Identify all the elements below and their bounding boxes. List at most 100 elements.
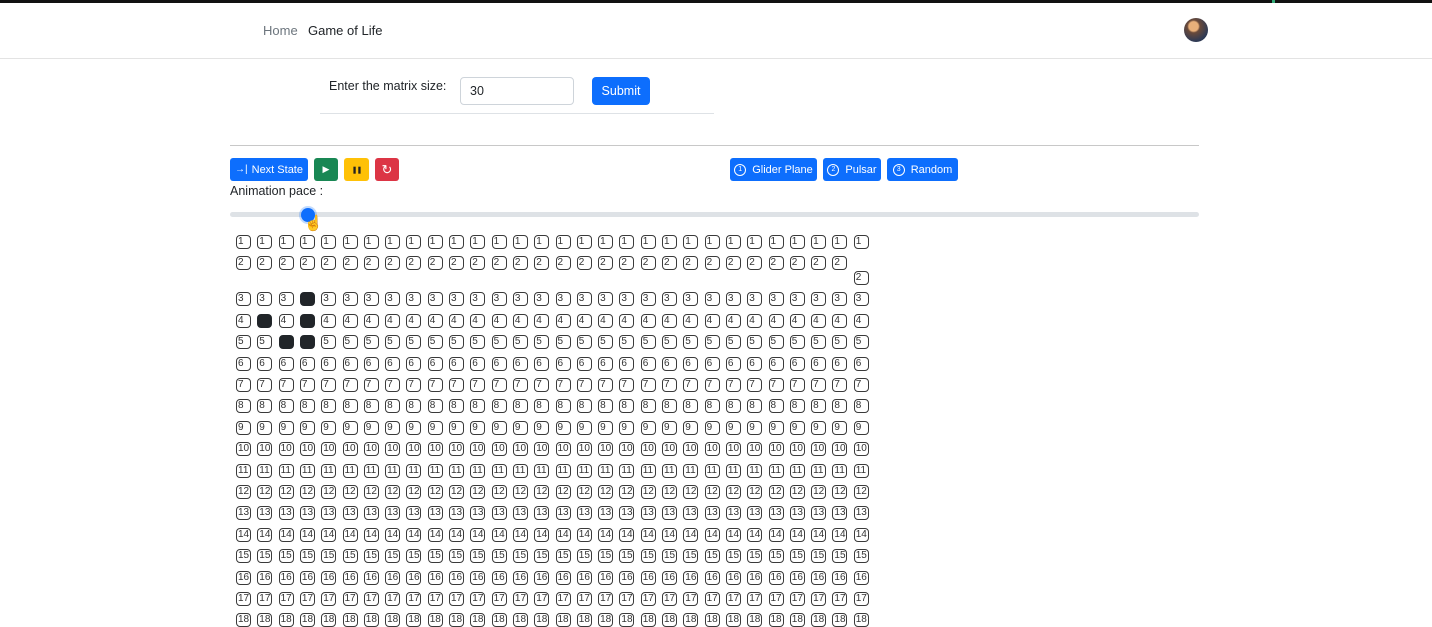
- board-cell[interactable]: 18: [662, 613, 677, 627]
- board-cell[interactable]: 3: [853, 292, 869, 307]
- board-cell[interactable]: 15: [385, 549, 401, 564]
- board-cell[interactable]: 8: [257, 399, 273, 414]
- board-cell[interactable]: 18: [853, 613, 869, 627]
- board-cell[interactable]: 11: [832, 463, 848, 478]
- board-cell[interactable]: 4: [470, 313, 486, 328]
- board-cell[interactable]: 4: [491, 313, 507, 328]
- board-cell[interactable]: 13: [321, 506, 337, 521]
- board-cell[interactable]: 4: [555, 313, 571, 328]
- board-cell[interactable]: 4: [832, 313, 848, 328]
- board-cell[interactable]: 8: [662, 399, 677, 414]
- board-cell[interactable]: 10: [853, 442, 869, 457]
- board-cell[interactable]: 4: [704, 313, 720, 328]
- board-cell[interactable]: 14: [853, 527, 869, 542]
- board-cell[interactable]: 6: [683, 356, 699, 371]
- board-cell[interactable]: 14: [598, 527, 614, 542]
- board-cell[interactable]: 2: [725, 256, 741, 271]
- board-cell[interactable]: 8: [683, 399, 699, 414]
- board-cell[interactable]: 9: [236, 420, 251, 435]
- board-cell[interactable]: 8: [321, 399, 337, 414]
- board-cell[interactable]: 18: [342, 613, 358, 627]
- board-cell[interactable]: 11: [449, 463, 464, 478]
- board-cell[interactable]: 5: [257, 335, 273, 350]
- board-cell[interactable]: 1: [363, 235, 379, 249]
- board-cell[interactable]: 3: [470, 292, 486, 307]
- board-cell[interactable]: 7: [747, 378, 763, 392]
- board-cell[interactable]: 7: [576, 378, 592, 392]
- board-cell[interactable]: 12: [853, 485, 869, 499]
- board-cell[interactable]: 14: [789, 527, 805, 542]
- board-cell[interactable]: 15: [640, 549, 656, 564]
- board-cell[interactable]: [278, 335, 294, 350]
- board-cell[interactable]: 14: [385, 527, 401, 542]
- avatar[interactable]: [1184, 18, 1208, 42]
- board-cell[interactable]: 12: [449, 485, 464, 499]
- board-cell[interactable]: 8: [342, 399, 358, 414]
- board-cell[interactable]: 12: [299, 485, 315, 499]
- animation-pace-slider[interactable]: [230, 212, 1199, 217]
- board-cell[interactable]: 14: [342, 527, 358, 542]
- board-cell[interactable]: 18: [236, 613, 251, 627]
- board-cell[interactable]: 5: [768, 335, 784, 350]
- board-cell[interactable]: 11: [619, 463, 635, 478]
- board-cell[interactable]: 17: [449, 592, 464, 606]
- nav-game-of-life-link[interactable]: Game of Life: [308, 23, 382, 38]
- board-cell[interactable]: 15: [598, 549, 614, 564]
- board-cell[interactable]: 7: [832, 378, 848, 392]
- board-cell[interactable]: 14: [278, 527, 294, 542]
- board-cell[interactable]: 5: [470, 335, 486, 350]
- board-cell[interactable]: 3: [342, 292, 358, 307]
- board-cell[interactable]: 2: [299, 256, 315, 271]
- board-cell[interactable]: 12: [832, 485, 848, 499]
- board-cell[interactable]: 5: [449, 335, 464, 350]
- board-cell[interactable]: 15: [257, 549, 273, 564]
- board-cell[interactable]: 14: [747, 527, 763, 542]
- board-cell[interactable]: 16: [534, 570, 550, 585]
- board-cell[interactable]: 6: [598, 356, 614, 371]
- board-cell[interactable]: 11: [747, 463, 763, 478]
- board-cell[interactable]: 18: [385, 613, 401, 627]
- board-cell[interactable]: 12: [470, 485, 486, 499]
- glider-plane-button[interactable]: 1 Glider Plane: [730, 158, 817, 181]
- board-cell[interactable]: 16: [449, 570, 464, 585]
- board-cell[interactable]: 5: [342, 335, 358, 350]
- board-cell[interactable]: 14: [811, 527, 827, 542]
- board-cell[interactable]: 8: [534, 399, 550, 414]
- submit-button[interactable]: Submit: [592, 77, 650, 105]
- board-cell[interactable]: 17: [257, 592, 273, 606]
- board-cell[interactable]: 3: [278, 292, 294, 307]
- board-cell[interactable]: 17: [512, 592, 528, 606]
- board-cell[interactable]: 7: [470, 378, 486, 392]
- board-cell[interactable]: 16: [236, 570, 251, 585]
- board-cell[interactable]: 14: [299, 527, 315, 542]
- board-cell[interactable]: 7: [236, 378, 251, 392]
- board-cell[interactable]: 16: [640, 570, 656, 585]
- board-cell[interactable]: 3: [747, 292, 763, 307]
- board-cell[interactable]: 12: [363, 485, 379, 499]
- board-cell[interactable]: 6: [491, 356, 507, 371]
- board-cell[interactable]: 7: [619, 378, 635, 392]
- board-cell[interactable]: 16: [278, 570, 294, 585]
- board-cell[interactable]: 17: [427, 592, 443, 606]
- board-cell[interactable]: 18: [299, 613, 315, 627]
- board-cell[interactable]: 2: [619, 256, 635, 271]
- board-cell[interactable]: 7: [299, 378, 315, 392]
- random-button[interactable]: 3 Random: [887, 158, 958, 181]
- board-cell[interactable]: 11: [257, 463, 273, 478]
- board-cell[interactable]: 11: [299, 463, 315, 478]
- board-cell[interactable]: 7: [704, 378, 720, 392]
- board-cell[interactable]: [299, 313, 315, 328]
- board-cell[interactable]: 13: [768, 506, 784, 521]
- board-cell[interactable]: 6: [768, 356, 784, 371]
- board-cell[interactable]: 18: [555, 613, 571, 627]
- board-cell[interactable]: 14: [534, 527, 550, 542]
- board-cell[interactable]: 3: [640, 292, 656, 307]
- board-cell[interactable]: 6: [747, 356, 763, 371]
- board-cell[interactable]: 5: [385, 335, 401, 350]
- board-cell[interactable]: 16: [406, 570, 422, 585]
- board-cell[interactable]: 8: [491, 399, 507, 414]
- board-cell[interactable]: 18: [512, 613, 528, 627]
- board-cell[interactable]: 16: [470, 570, 486, 585]
- board-cell[interactable]: 18: [576, 613, 592, 627]
- board-cell[interactable]: 14: [619, 527, 635, 542]
